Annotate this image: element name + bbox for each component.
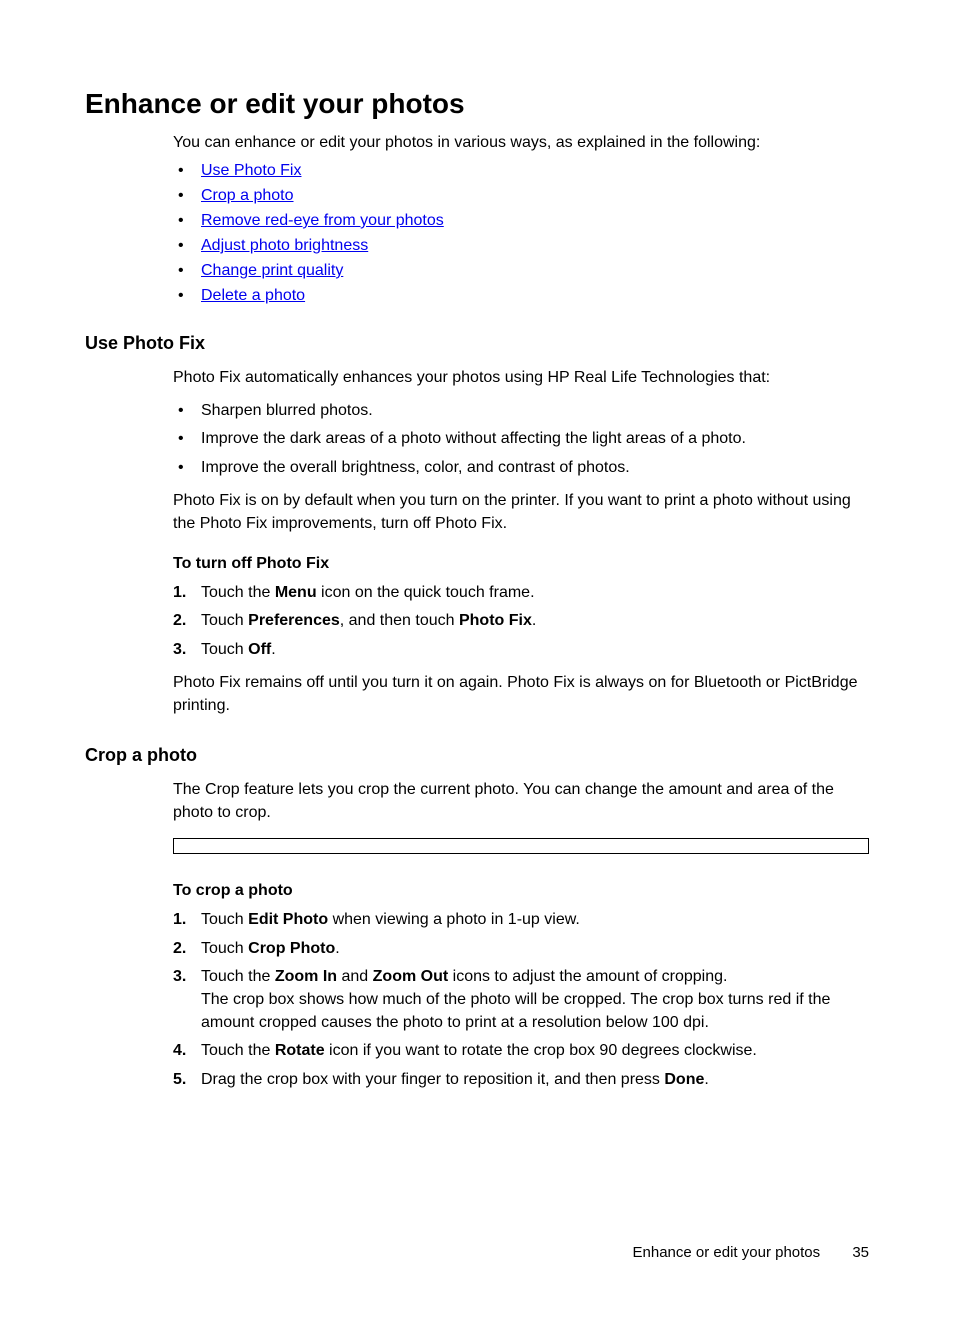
- section-heading-crop-a-photo: Crop a photo: [85, 745, 869, 766]
- table-of-contents-list: Use Photo Fix Crop a photo Remove red-ey…: [173, 162, 869, 305]
- step-item: Touch the Rotate icon if you want to rot…: [173, 1039, 869, 1062]
- numbered-steps: Touch Edit Photo when viewing a photo in…: [173, 908, 869, 1090]
- note-box: [173, 838, 869, 854]
- step-item: Touch Off.: [173, 638, 869, 661]
- list-item: Change print quality: [173, 262, 869, 280]
- list-item: Use Photo Fix: [173, 162, 869, 180]
- link-delete-a-photo[interactable]: Delete a photo: [201, 287, 305, 304]
- section-paragraph: Photo Fix is on by default when you turn…: [173, 489, 869, 535]
- step-item: Touch the Zoom In and Zoom Out icons to …: [173, 965, 869, 1035]
- intro-paragraph: You can enhance or edit your photos in v…: [173, 134, 869, 152]
- feature-list: Sharpen blurred photos. Improve the dark…: [173, 399, 869, 479]
- link-adjust-brightness[interactable]: Adjust photo brightness: [201, 237, 368, 254]
- step-item: Touch Preferences, and then touch Photo …: [173, 609, 869, 632]
- list-item: Delete a photo: [173, 287, 869, 305]
- page-title: Enhance or edit your photos: [85, 88, 869, 120]
- step-item: Touch the Menu icon on the quick touch f…: [173, 581, 869, 604]
- step-item: Drag the crop box with your finger to re…: [173, 1068, 869, 1091]
- section-paragraph: Photo Fix automatically enhances your ph…: [173, 366, 869, 389]
- list-item: Improve the overall brightness, color, a…: [173, 456, 869, 479]
- section-paragraph: The Crop feature lets you crop the curre…: [173, 778, 869, 824]
- section-heading-use-photo-fix: Use Photo Fix: [85, 333, 869, 354]
- list-item: Crop a photo: [173, 187, 869, 205]
- list-item: Sharpen blurred photos.: [173, 399, 869, 422]
- sub-heading: To crop a photo: [173, 882, 869, 900]
- page-footer: Enhance or edit your photos 35: [633, 1244, 869, 1261]
- step-item: Touch Edit Photo when viewing a photo in…: [173, 908, 869, 931]
- numbered-steps: Touch the Menu icon on the quick touch f…: [173, 581, 869, 661]
- sub-heading: To turn off Photo Fix: [173, 555, 869, 573]
- footer-section-name: Enhance or edit your photos: [633, 1244, 821, 1261]
- link-remove-red-eye[interactable]: Remove red-eye from your photos: [201, 212, 444, 229]
- link-crop-a-photo[interactable]: Crop a photo: [201, 187, 294, 204]
- link-change-print-quality[interactable]: Change print quality: [201, 262, 343, 279]
- page-number: 35: [852, 1244, 869, 1261]
- link-use-photo-fix[interactable]: Use Photo Fix: [201, 162, 301, 179]
- list-item: Improve the dark areas of a photo withou…: [173, 427, 869, 450]
- section-paragraph: Photo Fix remains off until you turn it …: [173, 671, 869, 717]
- list-item: Remove red-eye from your photos: [173, 212, 869, 230]
- step-item: Touch Crop Photo.: [173, 937, 869, 960]
- list-item: Adjust photo brightness: [173, 237, 869, 255]
